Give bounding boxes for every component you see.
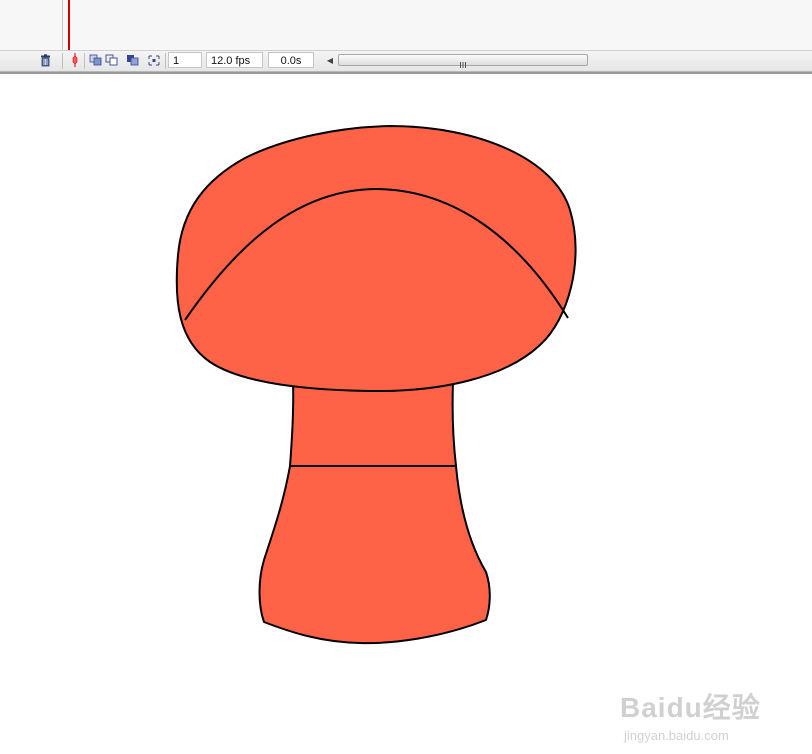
timeline-panel — [0, 0, 812, 50]
mushroom-stem-lower — [258, 465, 491, 645]
timeline-divider — [62, 0, 63, 50]
scroll-grip-icon — [459, 56, 467, 68]
timeline-status-bar: 1 12.0 fps 0.0s ◀ — [0, 50, 812, 72]
scroll-left-arrow-icon[interactable]: ◀ — [324, 53, 336, 67]
stage-canvas[interactable]: Baidu经验 jingyan.baidu.com — [0, 74, 812, 743]
mushroom-drawing[interactable] — [0, 74, 812, 691]
center-frame-icon[interactable] — [68, 53, 82, 67]
watermark-url: jingyan.baidu.com — [624, 728, 729, 743]
playhead[interactable] — [68, 0, 70, 50]
watermark-brand: Baidu经验 — [620, 692, 761, 723]
separator — [62, 53, 63, 69]
modify-onion-markers-icon[interactable] — [147, 53, 161, 67]
mushroom-stem-upper — [289, 381, 457, 467]
onion-skin-icon[interactable] — [89, 53, 103, 67]
timeline-horizontal-scrollbar[interactable] — [338, 54, 588, 68]
elapsed-time-field: 0.0s — [268, 52, 314, 68]
separator — [165, 53, 166, 69]
frame-rate-field[interactable]: 12.0 fps — [206, 52, 263, 68]
separator — [84, 53, 85, 69]
onion-skin-outlines-icon[interactable] — [105, 53, 119, 67]
watermark: Baidu经验 jingyan.baidu.com — [618, 674, 788, 754]
edit-multiple-frames-icon[interactable] — [126, 53, 140, 67]
mushroom-cap — [175, 125, 577, 393]
trash-icon[interactable] — [38, 53, 52, 67]
current-frame-field[interactable]: 1 — [168, 52, 202, 68]
